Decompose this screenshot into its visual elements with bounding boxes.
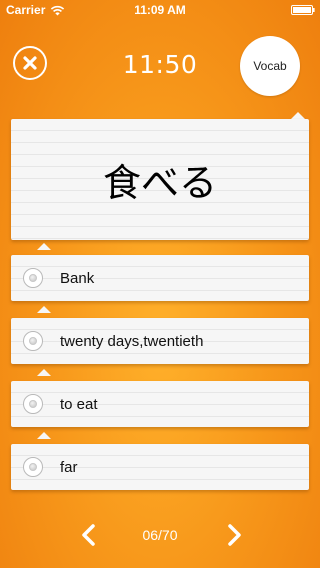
answer-option-4[interactable]: far xyxy=(11,444,309,490)
radio-button[interactable] xyxy=(23,457,43,477)
answer-pointer xyxy=(37,432,51,439)
radio-button[interactable] xyxy=(23,394,43,414)
answer-label: far xyxy=(60,458,78,476)
vocab-badge[interactable]: Vocab xyxy=(240,36,300,96)
radio-dot xyxy=(29,400,37,408)
answer-pointer xyxy=(37,369,51,376)
radio-button[interactable] xyxy=(23,331,43,351)
status-bar: Carrier 11:09 AM xyxy=(0,0,320,20)
radio-dot xyxy=(29,463,37,471)
question-word: 食べる xyxy=(102,161,217,205)
answer-pointer xyxy=(37,243,51,250)
answer-option-3[interactable]: to eat xyxy=(11,381,309,427)
battery-icon xyxy=(291,5,315,15)
chevron-right-icon[interactable] xyxy=(224,523,244,547)
question-card: 食べる xyxy=(11,119,309,240)
answer-label: twenty days,twentieth xyxy=(60,332,204,350)
radio-dot xyxy=(29,337,37,345)
radio-button[interactable] xyxy=(23,268,43,288)
radio-dot xyxy=(29,274,37,282)
page-counter: 06/70 xyxy=(142,527,178,543)
answer-option-2[interactable]: twenty days,twentieth xyxy=(11,318,309,364)
status-time: 11:09 AM xyxy=(134,3,186,17)
answer-label: to eat xyxy=(60,395,98,413)
answer-label: Bank xyxy=(60,269,95,287)
answer-pointer xyxy=(37,306,51,313)
answer-option-1[interactable]: Bank xyxy=(11,255,309,301)
